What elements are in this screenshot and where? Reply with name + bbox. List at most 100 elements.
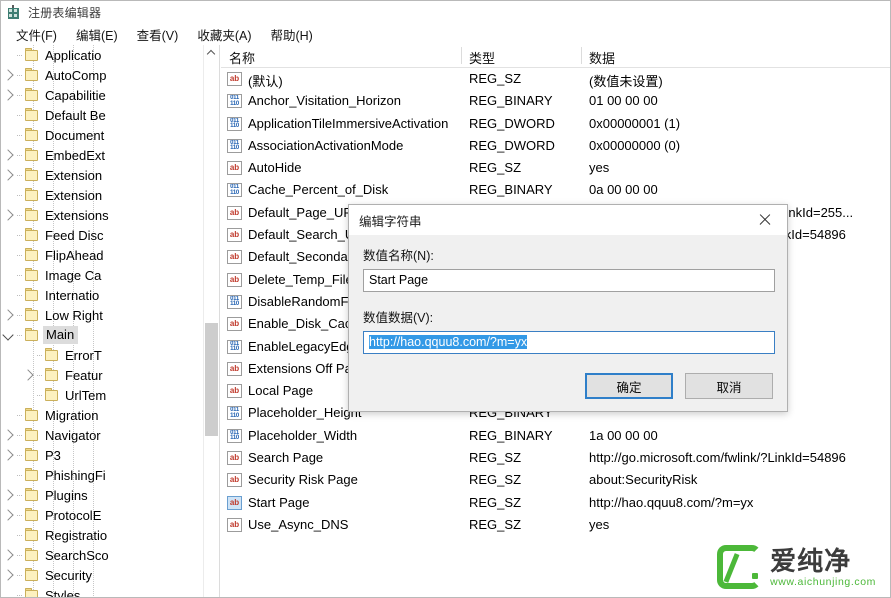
tree-item[interactable]: Plugins (1, 485, 219, 505)
value-name-cell: Security Risk Page (248, 472, 473, 487)
tree-item[interactable]: FlipAhead (1, 245, 219, 265)
tree-item[interactable]: Extension (1, 185, 219, 205)
tree-item[interactable]: Internatio (1, 285, 219, 305)
tree-item[interactable]: Security (1, 565, 219, 585)
tree-item[interactable]: Main (1, 325, 219, 345)
chevron-right-icon[interactable] (1, 425, 17, 445)
chevron-right-icon[interactable] (1, 485, 17, 505)
tree-item-label: PhishingFi (45, 468, 106, 483)
table-row[interactable]: abStart PageREG_SZhttp://hao.qquu8.com/?… (221, 492, 890, 514)
table-row[interactable]: 011110Cache_Percent_of_DiskREG_BINARY0a … (221, 179, 890, 201)
tree-connector (17, 265, 24, 285)
tree-item[interactable]: Extension (1, 165, 219, 185)
tree-item[interactable]: Featur (1, 365, 219, 385)
tree-item[interactable]: Extensions (1, 205, 219, 225)
value-type-cell: REG_BINARY (469, 182, 584, 197)
registry-tree-pane[interactable]: Applicatio AutoCompCapabilitieDefault BeD… (1, 45, 220, 597)
tree-item-label: Main (43, 326, 78, 344)
table-row[interactable]: abSearch PageREG_SZhttp://go.microsoft.c… (221, 447, 890, 469)
tree-item[interactable]: Default Be (1, 105, 219, 125)
tree-item[interactable]: Applicatio (1, 45, 219, 65)
table-row[interactable]: 011110AssociationActivationModeREG_DWORD… (221, 135, 890, 157)
table-row[interactable]: 011110 ApplicationTileImmersiveActivation… (221, 113, 890, 135)
tree-connector (17, 445, 24, 465)
table-row[interactable]: ab(默认)REG_SZ(数值未设置) (221, 68, 890, 90)
cancel-button[interactable]: 取消 (685, 373, 773, 399)
chevron-right-icon[interactable] (21, 365, 37, 385)
scroll-up-arrow-icon[interactable] (204, 45, 219, 61)
tree-item[interactable]: AutoComp (1, 65, 219, 85)
tree-expander-placeholder (1, 225, 17, 245)
table-row[interactable]: abAutoHideREG_SZyes (221, 157, 890, 179)
folder-icon (24, 288, 40, 302)
chevron-down-icon[interactable] (1, 325, 17, 345)
tree-item[interactable]: Capabilitie (1, 85, 219, 105)
tree-expander-placeholder (1, 525, 17, 545)
chevron-right-icon[interactable] (1, 545, 17, 565)
tree-item[interactable]: P3 (1, 445, 219, 465)
tree-scrollbar-thumb[interactable] (205, 323, 218, 436)
tree-indent (1, 385, 21, 405)
table-row[interactable]: 011110Placeholder_WidthREG_BINARY1a 00 0… (221, 425, 890, 447)
tree-item[interactable]: Styles (1, 585, 219, 597)
tree-item[interactable]: PhishingFi (1, 465, 219, 485)
tree-item[interactable]: SearchSco (1, 545, 219, 565)
tree-indent (1, 365, 21, 385)
table-row[interactable]: abUse_Async_DNSREG_SZyes (221, 514, 890, 536)
table-row[interactable]: 011110Anchor_Visitation_HorizonREG_BINAR… (221, 90, 890, 112)
value-type-cell: REG_SZ (469, 472, 584, 487)
close-icon[interactable] (743, 205, 787, 235)
tree-item[interactable]: Migration (1, 405, 219, 425)
menu-help[interactable]: 帮助(H) (261, 23, 322, 46)
column-header-data[interactable]: 数据 (589, 48, 615, 67)
ok-button[interactable]: 确定 (585, 373, 673, 399)
tree-expander-placeholder (1, 465, 17, 485)
chevron-right-icon[interactable] (1, 145, 17, 165)
folder-icon (44, 348, 60, 362)
value-data-input[interactable]: http://hao.qquu8.com/?m=yx (363, 331, 775, 354)
chevron-right-icon[interactable] (1, 505, 17, 525)
tree-item[interactable]: Low Right (1, 305, 219, 325)
tree-item[interactable]: Document (1, 125, 219, 145)
chevron-right-icon[interactable] (1, 565, 17, 585)
value-name-cell: ApplicationTileImmersiveActivation (248, 116, 473, 131)
value-name-input[interactable]: Start Page (363, 269, 775, 292)
registry-tree[interactable]: Applicatio AutoCompCapabilitieDefault BeD… (1, 45, 219, 597)
chevron-right-icon[interactable] (1, 305, 17, 325)
menu-file[interactable]: 文件(F) (7, 23, 67, 46)
tree-item[interactable]: ProtocolE (1, 505, 219, 525)
menu-edit[interactable]: 编辑(E) (67, 23, 128, 46)
folder-icon (24, 48, 40, 62)
chevron-right-icon[interactable] (1, 445, 17, 465)
binary-value-icon: 011110 (227, 94, 242, 108)
window-title: 注册表编辑器 (28, 4, 101, 21)
tree-item[interactable]: Feed Disc (1, 225, 219, 245)
tree-item-label: ProtocolE (45, 508, 101, 523)
tree-item[interactable]: EmbedExt (1, 145, 219, 165)
column-header-name[interactable]: 名称 (229, 48, 255, 67)
value-name-label: 数值名称(N): (363, 245, 773, 264)
tree-item-label: Registratio (45, 528, 107, 543)
chevron-right-icon[interactable] (1, 85, 17, 105)
binary-value-icon: 011110 (227, 117, 242, 131)
tree-vertical-scrollbar[interactable] (203, 45, 219, 597)
tree-item-label: Applicatio (45, 48, 101, 63)
dialog-title: 编辑字符串 (359, 211, 422, 230)
value-data-cell: 0a 00 00 00 (589, 182, 889, 197)
menu-favorites[interactable]: 收藏夹(A) (188, 23, 261, 46)
tree-item[interactable]: UrlTem (1, 385, 219, 405)
table-row[interactable]: abSecurity Risk PageREG_SZabout:Security… (221, 469, 890, 491)
tree-item[interactable]: Image Ca (1, 265, 219, 285)
chevron-right-icon[interactable] (1, 65, 17, 85)
menu-view[interactable]: 查看(V) (128, 23, 189, 46)
chevron-right-icon[interactable] (1, 205, 17, 225)
tree-item[interactable]: ErrorT (1, 345, 219, 365)
tree-connector (17, 85, 24, 105)
folder-icon (24, 328, 40, 342)
folder-icon (24, 108, 40, 122)
value-data-cell: yes (589, 517, 889, 532)
tree-item[interactable]: Registratio (1, 525, 219, 545)
tree-item[interactable]: Navigator (1, 425, 219, 445)
column-header-type[interactable]: 类型 (469, 48, 495, 67)
chevron-right-icon[interactable] (1, 165, 17, 185)
